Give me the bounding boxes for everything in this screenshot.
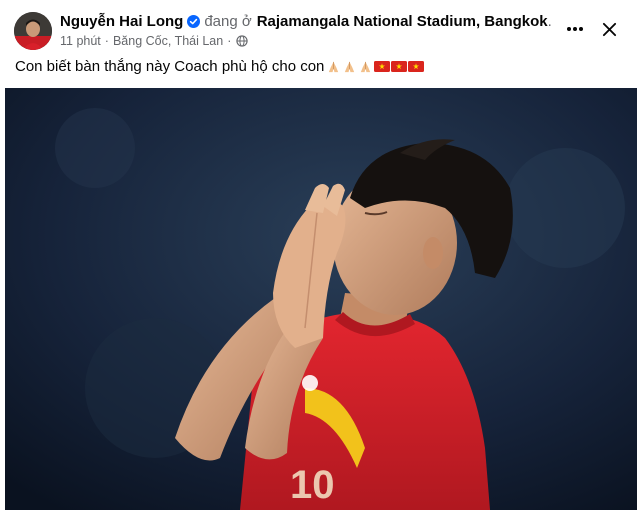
folded-hands-icon: [342, 59, 357, 74]
avatar-image: [14, 12, 52, 50]
checkin-suffix: .: [547, 13, 552, 30]
post-meta: 11 phút · Băng Cốc, Thái Lan ·: [60, 34, 249, 48]
post-photo[interactable]: 10: [5, 88, 637, 510]
facebook-post: Nguyễn Hai Long đang ở Rajamangala Natio…: [0, 0, 640, 510]
folded-hands-icon: [358, 59, 373, 74]
vietnam-flag-icon: [408, 60, 425, 73]
meta-separator: ·: [227, 34, 232, 48]
post-timestamp[interactable]: 11 phút: [60, 34, 101, 48]
checkin-place[interactable]: Rajamangala National Stadium, Bangkok: [257, 13, 548, 30]
folded-hands-icon: [326, 59, 341, 74]
globe-icon[interactable]: [236, 35, 249, 47]
caption-emojis: [326, 59, 425, 74]
more-options-icon: [567, 27, 583, 31]
vietnam-flag-icon: [391, 60, 408, 73]
author-line: Nguyễn Hai Long đang ở Rajamangala Natio…: [60, 13, 552, 30]
close-button[interactable]: [596, 16, 622, 42]
vietnam-flag-icon: [374, 60, 391, 73]
avatar[interactable]: [14, 12, 52, 50]
caption-text: Con biết bàn thắng này Coach phù hộ cho …: [15, 58, 325, 75]
verified-badge-icon: [187, 15, 201, 28]
post-header: Nguyễn Hai Long đang ở Rajamangala Natio…: [0, 0, 640, 56]
checkin-prefix: đang ở: [204, 13, 252, 30]
svg-text:10: 10: [290, 463, 335, 507]
close-icon: [602, 22, 616, 36]
post-caption: Con biết bàn thắng này Coach phù hộ cho …: [15, 58, 425, 75]
meta-separator: ·: [104, 34, 109, 48]
more-options-button[interactable]: [560, 16, 590, 42]
player-praying-image: 10: [5, 88, 637, 510]
author-name[interactable]: Nguyễn Hai Long: [60, 13, 183, 30]
post-location[interactable]: Băng Cốc, Thái Lan: [113, 34, 223, 48]
